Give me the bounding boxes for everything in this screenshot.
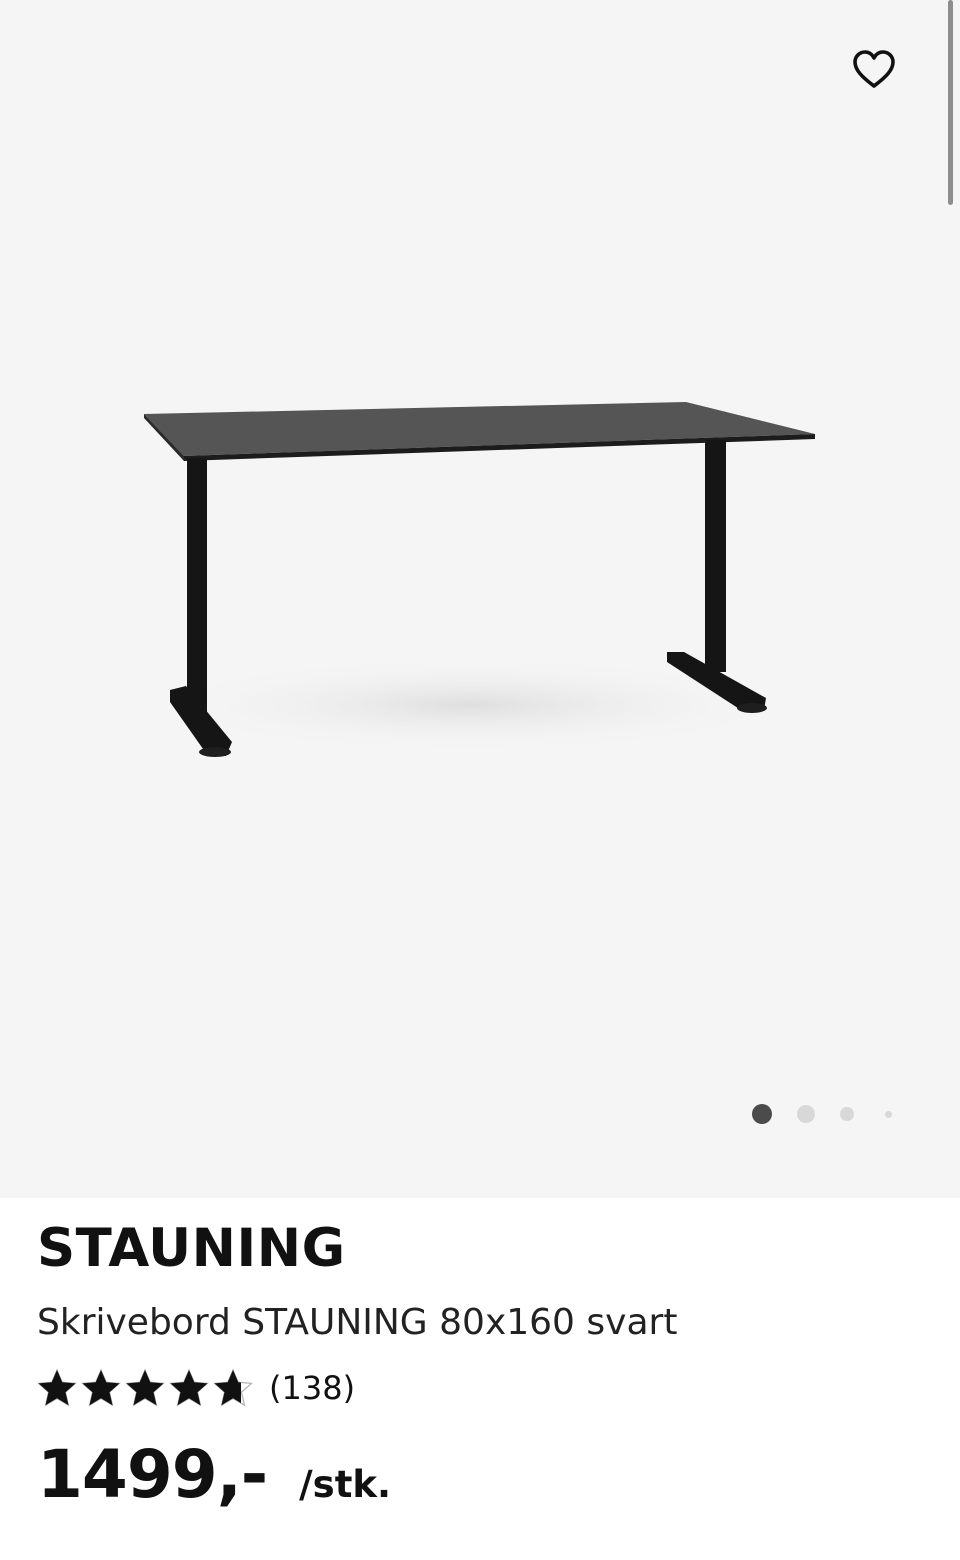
star-icon <box>37 1368 77 1407</box>
star-icon <box>81 1368 121 1407</box>
product-info: STAUNING Skrivebord STAUNING 80x160 svar… <box>0 1198 960 1560</box>
scrollbar[interactable] <box>948 0 953 205</box>
product-image <box>140 402 815 757</box>
price-unit: /stk. <box>299 1463 392 1506</box>
product-image-gallery[interactable] <box>0 0 960 1198</box>
rating-stars <box>37 1368 257 1408</box>
star-icon <box>213 1368 253 1407</box>
carousel-dot-1-active[interactable] <box>752 1104 772 1124</box>
star-icon <box>125 1368 165 1407</box>
price-row: 1499,- /stk. <box>37 1436 391 1513</box>
star-icon <box>169 1368 209 1407</box>
carousel-pagination <box>740 1098 900 1130</box>
heart-outline-icon <box>853 50 895 88</box>
favorite-button[interactable] <box>846 42 902 98</box>
product-description: Skrivebord STAUNING 80x160 svart <box>37 1302 678 1343</box>
product-brand: STAUNING <box>37 1218 346 1279</box>
carousel-dot-2[interactable] <box>797 1105 815 1123</box>
product-rating[interactable]: (138) <box>37 1368 355 1408</box>
carousel-dot-4[interactable] <box>885 1110 892 1118</box>
carousel-dot-3[interactable] <box>840 1107 854 1121</box>
product-price: 1499,- <box>37 1436 268 1513</box>
rating-count: (138) <box>269 1369 356 1407</box>
